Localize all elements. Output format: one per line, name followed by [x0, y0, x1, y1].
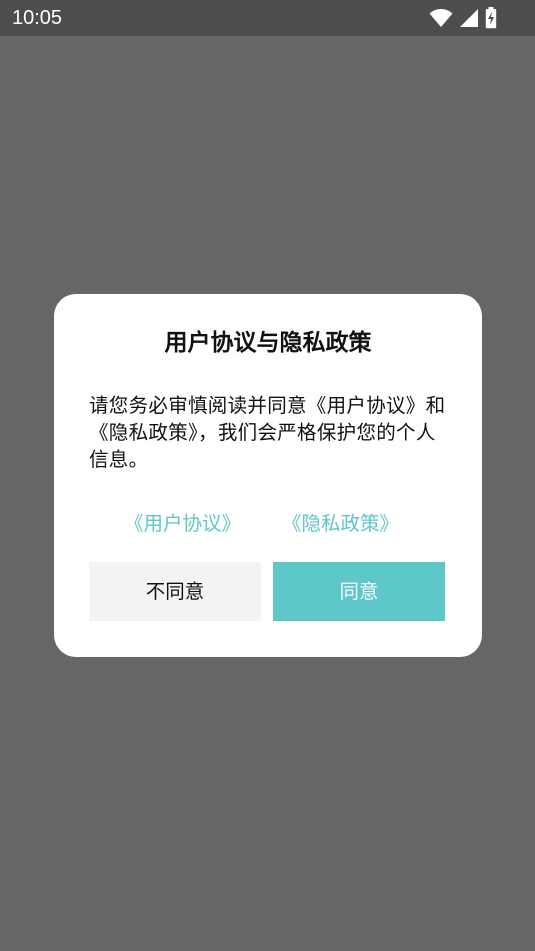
disagree-button[interactable]: 不同意 — [89, 562, 261, 621]
policy-links: 《用户协议》 《隐私政策》 — [54, 509, 482, 539]
user-agreement-link[interactable]: 《用户协议》 — [124, 509, 241, 539]
status-time: 10:05 — [12, 7, 63, 29]
agree-button[interactable]: 同意 — [273, 562, 445, 621]
battery-charging-icon — [485, 7, 497, 29]
status-icons — [429, 7, 497, 29]
status-bar: 10:05 — [0, 0, 535, 36]
privacy-policy-link[interactable]: 《隐私政策》 — [282, 509, 399, 539]
wifi-icon — [429, 8, 453, 28]
dialog-message: 请您务必审慎阅读并同意《用户协议》和《隐私政策》，我们会严格保护您的个人信息。 — [89, 394, 446, 471]
privacy-consent-dialog: 用户协议与隐私政策 请您务必审慎阅读并同意《用户协议》和《隐私政策》，我们会严格… — [54, 294, 482, 657]
cellular-signal-icon — [459, 8, 479, 28]
dialog-title: 用户协议与隐私政策 — [164, 330, 372, 356]
